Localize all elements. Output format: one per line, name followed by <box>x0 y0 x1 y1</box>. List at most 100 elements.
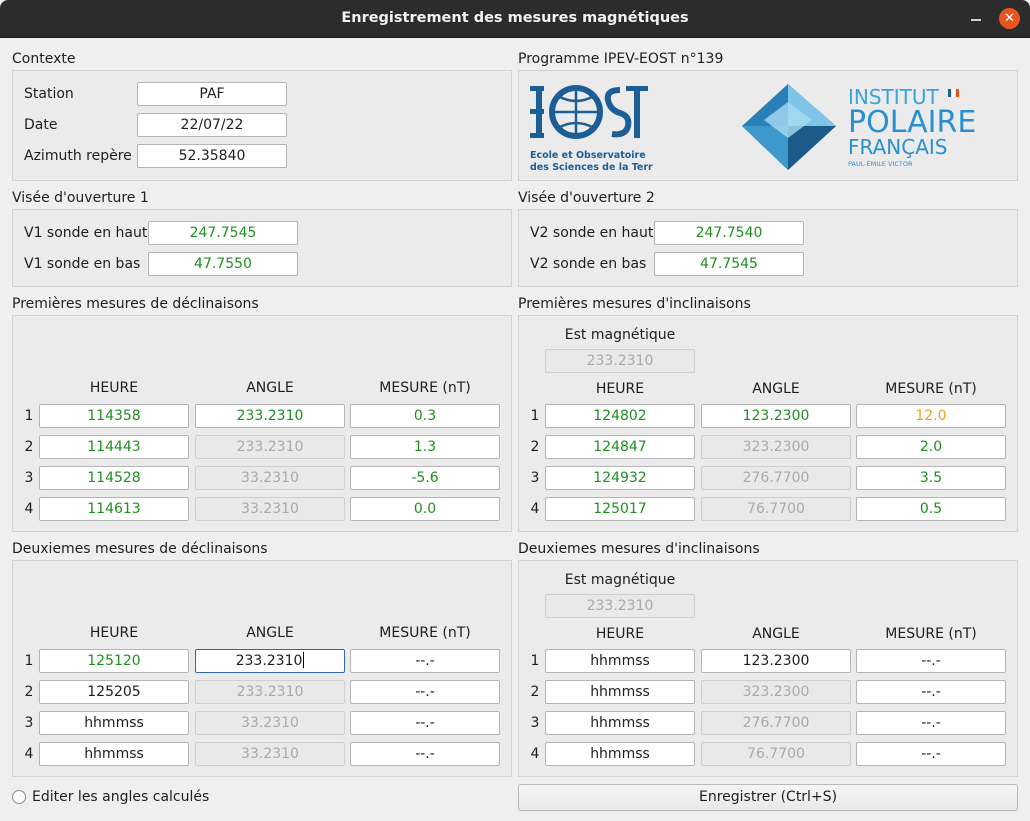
title-bar: Enregistrement des mesures magnétiques ✕ <box>0 0 1030 38</box>
incl1-row4-heure[interactable]: 125017 <box>545 497 695 521</box>
text-cursor <box>303 652 305 668</box>
incl2-row1-angle[interactable]: 123.2300 <box>701 649 851 673</box>
incl1-row3-angle: 276.7700 <box>701 466 851 490</box>
azimuth-field[interactable]: 52.35840 <box>137 144 287 168</box>
decl1-row2-num: 2 <box>24 439 34 455</box>
incl1-est-field: 233.2310 <box>545 349 695 373</box>
decl1-row3-heure[interactable]: 114528 <box>39 466 189 490</box>
decl1-row4-num: 4 <box>24 501 34 517</box>
station-field[interactable]: PAF <box>137 82 287 106</box>
decl2-row4-num: 4 <box>24 746 34 762</box>
decl1-row4-angle: 33.2310 <box>195 497 345 521</box>
station-label: Station <box>24 86 74 102</box>
decl1-heure-header: HEURE <box>89 380 139 396</box>
programme-title: Programme IPEV-EOST n°139 <box>518 51 724 67</box>
incl1-row3-num: 3 <box>530 470 540 486</box>
decl2-title: Deuxiemes mesures de déclinaisons <box>12 541 268 557</box>
decl1-row4-heure[interactable]: 114613 <box>39 497 189 521</box>
decl2-row3-angle: 33.2310 <box>195 711 345 735</box>
incl1-row2-heure[interactable]: 124847 <box>545 435 695 459</box>
edit-angles-radio[interactable] <box>12 790 26 804</box>
decl2-row3-num: 3 <box>24 715 34 731</box>
incl2-angle-header: ANGLE <box>752 626 800 642</box>
incl1-row3-heure[interactable]: 124932 <box>545 466 695 490</box>
minimize-icon[interactable] <box>966 9 986 29</box>
incl2-row2-angle: 323.2300 <box>701 680 851 704</box>
incl2-row2-mesure[interactable]: --.- <box>856 680 1006 704</box>
decl2-row1-num: 1 <box>24 653 34 669</box>
incl2-row4-angle: 76.7700 <box>701 742 851 766</box>
incl1-row2-mesure[interactable]: 2.0 <box>856 435 1006 459</box>
incl2-row3-num: 3 <box>530 715 540 731</box>
decl1-row3-mesure[interactable]: -5.6 <box>350 466 500 490</box>
incl1-row4-mesure[interactable]: 0.5 <box>856 497 1006 521</box>
contexte-title: Contexte <box>12 51 76 67</box>
incl1-row1-num: 1 <box>530 408 540 424</box>
decl2-row1-angle[interactable]: 233.2310 <box>195 649 345 673</box>
incl2-row3-heure[interactable]: hhmmss <box>545 711 695 735</box>
decl1-angle-header: ANGLE <box>246 380 294 396</box>
decl1-row3-num: 3 <box>24 470 34 486</box>
incl2-row3-angle: 276.7700 <box>701 711 851 735</box>
incl2-row1-num: 1 <box>530 653 540 669</box>
decl1-row4-mesure[interactable]: 0.0 <box>350 497 500 521</box>
incl2-row1-mesure[interactable]: --.- <box>856 649 1006 673</box>
decl1-row2-heure[interactable]: 114443 <box>39 435 189 459</box>
incl1-row2-num: 2 <box>530 439 540 455</box>
incl1-row1-angle[interactable]: 123.2300 <box>701 404 851 428</box>
decl2-row1-angle-text: 233.2310 <box>235 653 303 669</box>
incl2-row4-num: 4 <box>530 746 540 762</box>
v1-haut-field[interactable]: 247.7545 <box>148 221 298 245</box>
decl1-row1-heure[interactable]: 114358 <box>39 404 189 428</box>
incl1-heure-header: HEURE <box>595 381 645 397</box>
decl1-row2-mesure[interactable]: 1.3 <box>350 435 500 459</box>
visee1-title: Visée d'ouverture 1 <box>12 190 149 206</box>
incl2-heure-header: HEURE <box>595 626 645 642</box>
incl2-row1-heure[interactable]: hhmmss <box>545 649 695 673</box>
incl2-row2-heure[interactable]: hhmmss <box>545 680 695 704</box>
incl1-mesure-header: MESURE (nT) <box>885 381 977 397</box>
incl2-title: Deuxiemes mesures d'inclinaisons <box>518 541 760 557</box>
incl2-row4-heure[interactable]: hhmmss <box>545 742 695 766</box>
decl2-row3-mesure[interactable]: --.- <box>350 711 500 735</box>
decl2-row4-heure[interactable]: hhmmss <box>39 742 189 766</box>
incl1-row2-angle: 323.2300 <box>701 435 851 459</box>
decl2-angle-header: ANGLE <box>246 625 294 641</box>
decl2-row2-angle: 233.2310 <box>195 680 345 704</box>
incl1-est-label: Est magnétique <box>564 327 676 343</box>
decl2-row4-mesure[interactable]: --.- <box>350 742 500 766</box>
eost-logo: Ecole et Observatoire des Sciences de la… <box>528 80 659 173</box>
azimuth-label: Azimuth repère <box>24 148 132 164</box>
incl1-title: Premières mesures d'inclinaisons <box>518 296 751 312</box>
edit-angles-label[interactable]: Editer les angles calculés <box>32 789 209 805</box>
incl1-row1-mesure[interactable]: 12.0 <box>856 404 1006 428</box>
incl1-row1-heure[interactable]: 124802 <box>545 404 695 428</box>
incl1-row3-mesure[interactable]: 3.5 <box>856 466 1006 490</box>
date-label: Date <box>24 117 58 133</box>
ipev-line3: FRANÇAIS <box>848 135 947 159</box>
v2-haut-field[interactable]: 247.7540 <box>654 221 804 245</box>
incl1-row4-angle: 76.7700 <box>701 497 851 521</box>
decl2-row2-heure[interactable]: 125205 <box>39 680 189 704</box>
incl2-row3-mesure[interactable]: --.- <box>856 711 1006 735</box>
date-field[interactable]: 22/07/22 <box>137 113 287 137</box>
v1-bas-label: V1 sonde en bas <box>24 256 141 272</box>
incl1-row4-num: 4 <box>530 501 540 517</box>
close-icon[interactable]: ✕ <box>999 8 1020 29</box>
decl2-row2-mesure[interactable]: --.- <box>350 680 500 704</box>
decl1-row1-angle[interactable]: 233.2310 <box>195 404 345 428</box>
decl1-row1-num: 1 <box>24 408 34 424</box>
decl2-row1-heure[interactable]: 125120 <box>39 649 189 673</box>
save-button[interactable]: Enregistrer (Ctrl+S) <box>518 784 1018 811</box>
v1-bas-field[interactable]: 47.7550 <box>148 252 298 276</box>
v2-bas-field[interactable]: 47.7545 <box>654 252 804 276</box>
decl1-row1-mesure[interactable]: 0.3 <box>350 404 500 428</box>
visee2-title: Visée d'ouverture 2 <box>518 190 655 206</box>
incl2-mesure-header: MESURE (nT) <box>885 626 977 642</box>
decl2-row1-mesure[interactable]: --.- <box>350 649 500 673</box>
v1-haut-label: V1 sonde en haut <box>24 225 148 241</box>
decl2-row3-heure[interactable]: hhmmss <box>39 711 189 735</box>
incl2-row4-mesure[interactable]: --.- <box>856 742 1006 766</box>
incl2-est-label: Est magnétique <box>564 572 676 588</box>
ipev-logo: INSTITUT POLAIRE FRANÇAIS PAUL-ÉMILE VIC… <box>742 80 1010 172</box>
